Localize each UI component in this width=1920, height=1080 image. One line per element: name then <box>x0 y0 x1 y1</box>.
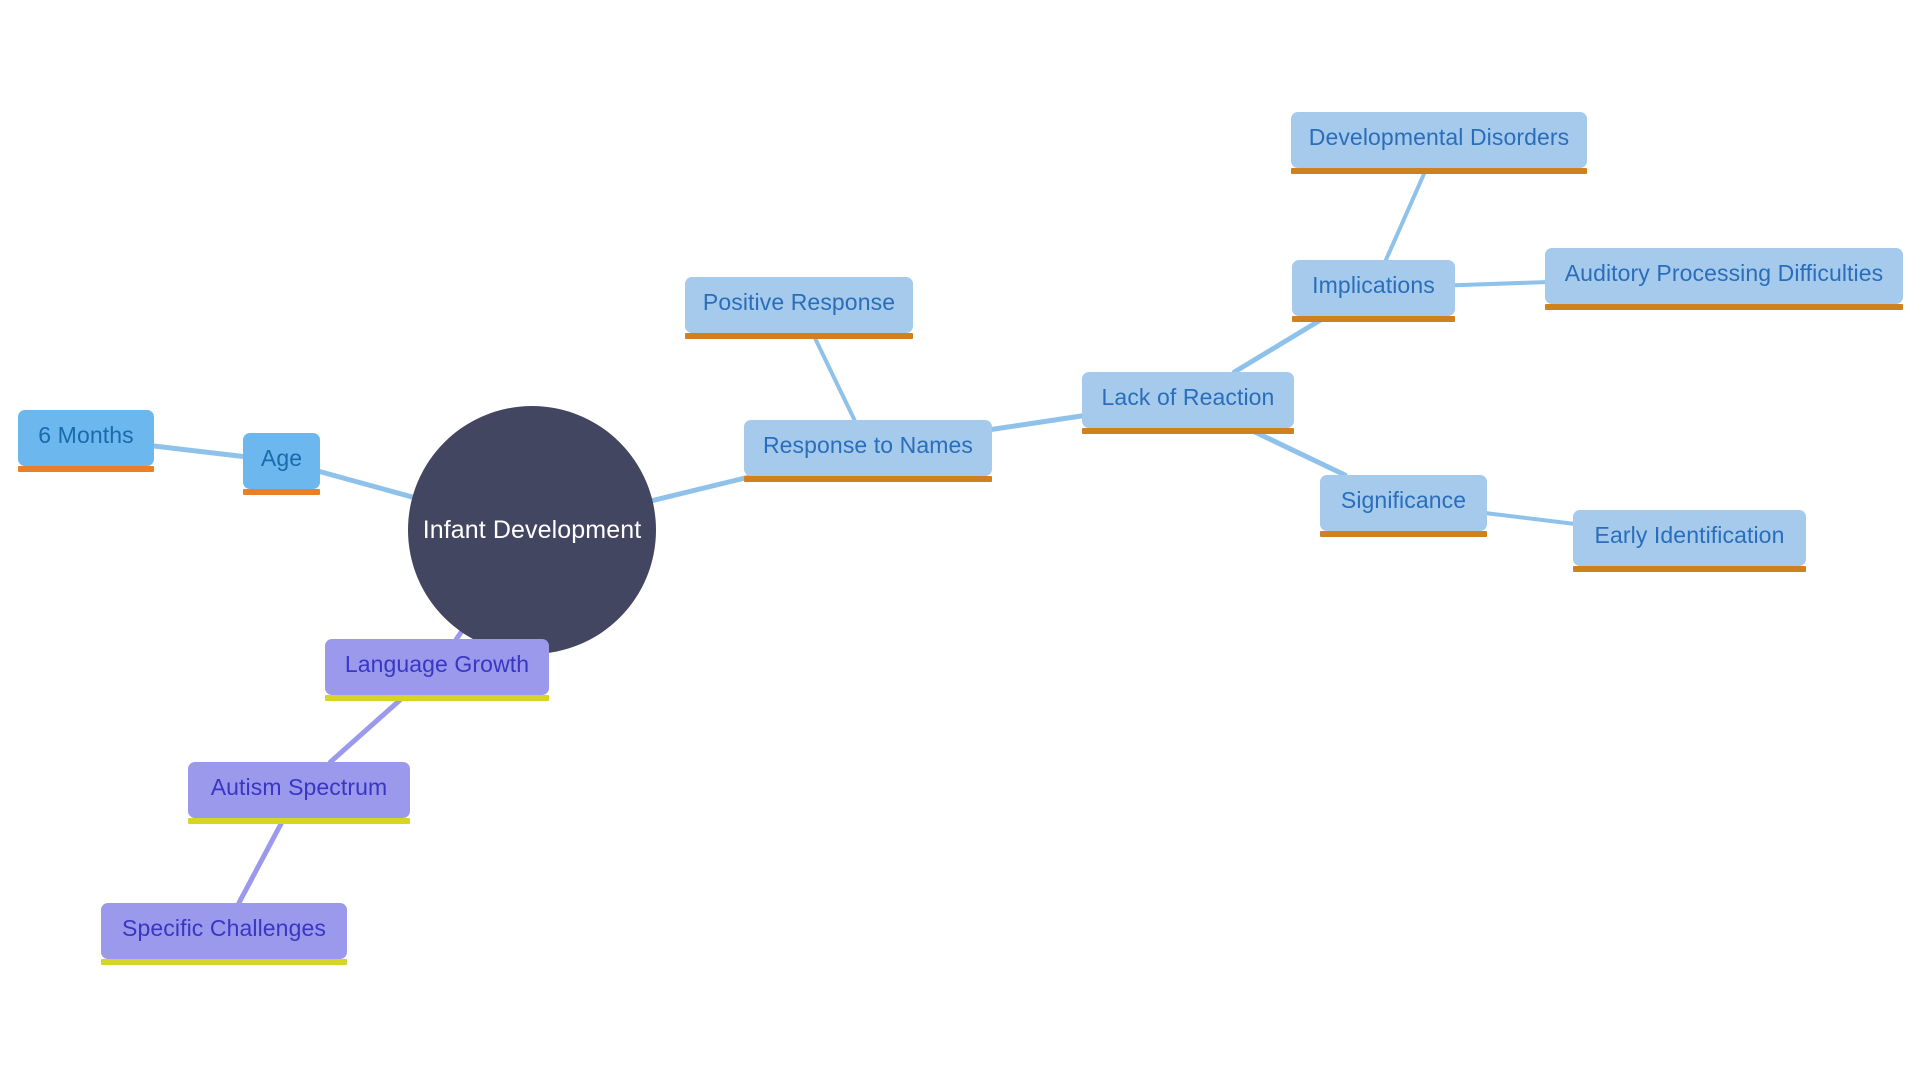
mindmap-edge-age-to-root <box>317 469 415 500</box>
mindmap-node-specific_challenges[interactable]: Specific Challenges <box>101 903 347 965</box>
node-label: Auditory Processing Difficulties <box>1564 260 1884 286</box>
mindmap-edge-positive_response-to-response_to_names <box>810 331 857 422</box>
mindmap-node-root[interactable]: Infant Development <box>408 406 656 654</box>
mindmap-node-age[interactable]: Age <box>243 433 320 495</box>
mindmap-node-lack_of_reaction[interactable]: Lack of Reaction <box>1082 372 1294 434</box>
mindmap-edge-language_growth-to-autism_spectrum <box>327 692 409 765</box>
node-label: Early Identification <box>1594 522 1785 548</box>
mindmap-edge-root-to-response_to_names <box>649 473 756 504</box>
node-label: Lack of Reaction <box>1101 384 1275 410</box>
node-label: Developmental Disorders <box>1308 124 1570 150</box>
mindmap-node-six_months[interactable]: 6 Months <box>18 410 154 472</box>
mindmap-edge-lack_of_reaction-to-significance <box>1244 425 1348 478</box>
node-label: Positive Response <box>702 289 896 315</box>
node-label: Age <box>260 445 303 471</box>
node-underline-accent <box>1082 428 1294 434</box>
mindmap-edge-implications-to-developmental_disorders <box>1383 166 1429 262</box>
mindmap-node-autism_spectrum[interactable]: Autism Spectrum <box>188 762 410 824</box>
node-label: Implications <box>1312 272 1435 298</box>
mindmap-node-response_to_names[interactable]: Response to Names <box>744 420 992 482</box>
node-underline-accent <box>1545 304 1903 310</box>
node-underline-accent <box>1320 531 1487 537</box>
mindmap-edge-root-to-language_growth <box>453 629 464 642</box>
node-underline-accent <box>325 695 549 701</box>
mindmap-edge-six_months-to-age <box>151 443 246 459</box>
mindmap-node-implications[interactable]: Implications <box>1292 260 1455 322</box>
node-underline-accent <box>1292 316 1455 322</box>
node-label: 6 Months <box>38 422 134 448</box>
node-underline-accent <box>18 466 154 472</box>
mindmap-node-language_growth[interactable]: Language Growth <box>325 639 549 701</box>
node-label: Language Growth <box>344 651 530 677</box>
mindmap-edge-lack_of_reaction-to-implications <box>1231 313 1330 375</box>
mindmap-node-positive_response[interactable]: Positive Response <box>685 277 913 339</box>
node-underline-accent <box>101 959 347 965</box>
node-label: Autism Spectrum <box>210 774 388 800</box>
mindmap-edge-significance-to-early_identification <box>1485 511 1575 526</box>
node-underline-accent <box>744 476 992 482</box>
mindmap-node-early_identification[interactable]: Early Identification <box>1573 510 1806 572</box>
node-underline-accent <box>188 818 410 824</box>
mindmap-node-significance[interactable]: Significance <box>1320 475 1487 537</box>
node-label: Significance <box>1340 487 1467 513</box>
node-underline-accent <box>243 489 320 495</box>
mindmap-node-developmental_disorders[interactable]: Developmental Disorders <box>1291 112 1587 174</box>
node-underline-accent <box>1573 566 1806 572</box>
node-label: Response to Names <box>762 432 974 458</box>
mindmap-edge-implications-to-auditory_processing <box>1453 280 1547 288</box>
node-label: Infant Development <box>422 515 642 544</box>
node-underline-accent <box>1291 168 1587 174</box>
node-underline-accent <box>685 333 913 339</box>
mindmap-edge-autism_spectrum-to-specific_challenges <box>236 815 287 906</box>
mindmap-canvas: Infant Development 6 Months Age Positive Re… <box>0 0 1920 1080</box>
mindmap-node-auditory_processing[interactable]: Auditory Processing Difficulties <box>1545 248 1903 310</box>
mindmap-edge-response_to_names-to-lack_of_reaction <box>989 413 1085 432</box>
node-label: Specific Challenges <box>122 915 326 941</box>
